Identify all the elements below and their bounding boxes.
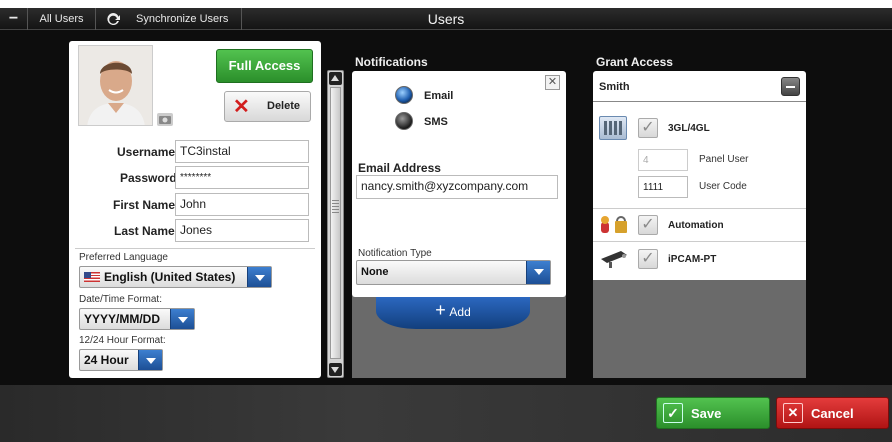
chevron-down-icon: [138, 350, 162, 370]
close-icon: ✕: [783, 403, 803, 423]
date-format-label: Date/Time Format:: [79, 294, 162, 305]
divider: [593, 208, 806, 209]
notifications-header: Notifications: [355, 55, 428, 69]
scrollbar[interactable]: [327, 70, 344, 378]
save-button[interactable]: ✓ Save: [656, 397, 770, 429]
screen: − All Users Synchronize Users Users Full…: [0, 0, 892, 442]
delete-label: Delete: [267, 100, 301, 112]
grant-access-card: Smith ✓ 3GL/4GL 4 Panel User 1111 User C…: [593, 71, 806, 280]
first-name-field[interactable]: John: [175, 193, 309, 216]
user-code-label: User Code: [699, 181, 747, 192]
synchronize-users-button[interactable]: Synchronize Users: [96, 8, 242, 30]
chevron-up-icon: [331, 75, 339, 81]
checkmark-icon: ✓: [641, 250, 655, 267]
full-access-button[interactable]: Full Access: [216, 49, 313, 83]
all-users-button[interactable]: All Users: [28, 8, 96, 30]
sync-users-label: Synchronize Users: [136, 13, 229, 25]
notification-type-label: Notification Type: [358, 248, 432, 259]
last-name-field[interactable]: Jones: [175, 219, 309, 242]
3gl-4gl-checkbox[interactable]: ✓: [638, 118, 658, 138]
panel-device-icon: [599, 116, 627, 140]
chevron-down-icon: [331, 367, 339, 373]
notification-type-select[interactable]: None: [356, 260, 551, 285]
grant-access-header: Grant Access: [596, 55, 673, 69]
email-address-field[interactable]: nancy.smith@xyzcompany.com: [356, 175, 558, 199]
camera-icon: [159, 116, 171, 124]
chevron-down-icon: [170, 309, 194, 329]
checkmark-icon: ✓: [663, 403, 683, 423]
username-field[interactable]: TC3instal: [175, 140, 309, 163]
save-label: Save: [691, 406, 722, 421]
camera-device-icon: [599, 247, 631, 269]
sms-option-label: SMS: [424, 116, 448, 128]
checkmark-icon: ✓: [641, 119, 655, 136]
email-option-label: Email: [424, 90, 454, 102]
close-button[interactable]: ✕: [545, 75, 560, 90]
panel-user-label: Panel User: [699, 154, 749, 165]
3gl-4gl-label: 3GL/4GL: [668, 123, 710, 134]
divider: [593, 241, 806, 242]
plus-icon: +: [435, 300, 446, 320]
cancel-button[interactable]: ✕ Cancel: [776, 397, 889, 429]
user-details-card: Full Access ✕ Delete Username TC3instal …: [69, 41, 321, 378]
user-code-field[interactable]: 1111: [638, 176, 688, 198]
language-value: English (United States): [104, 270, 236, 284]
cancel-label: Cancel: [811, 406, 854, 421]
checkmark-icon: ✓: [641, 216, 655, 233]
automation-checkbox[interactable]: ✓: [638, 215, 658, 235]
email-radio[interactable]: [395, 86, 413, 104]
minus-icon: −: [8, 10, 19, 27]
grip-icon: [332, 200, 339, 214]
delete-button[interactable]: ✕ Delete: [224, 91, 311, 122]
hour-format-select[interactable]: 24 Hour: [79, 349, 163, 371]
ipcam-checkbox[interactable]: ✓: [638, 249, 658, 269]
language-select[interactable]: English (United States): [79, 266, 272, 288]
date-format-value: YYYY/MM/DD: [84, 312, 161, 326]
divider: [75, 248, 315, 249]
app-window: − All Users Synchronize Users Users Full…: [0, 8, 892, 442]
scroll-up-button[interactable]: [329, 72, 342, 85]
password-field[interactable]: ********: [175, 166, 309, 189]
grant-divider: [593, 101, 806, 102]
panel-user-field[interactable]: 4: [638, 149, 688, 171]
scroll-down-button[interactable]: [329, 363, 342, 376]
grant-user-name: Smith: [599, 81, 630, 93]
collapse-grant-button[interactable]: [781, 77, 800, 96]
notification-type-value: None: [361, 266, 389, 278]
user-avatar: [78, 45, 153, 126]
top-bar: − All Users Synchronize Users Users: [0, 8, 892, 30]
email-address-label: Email Address: [358, 161, 441, 175]
username-label: Username: [117, 145, 176, 159]
minus-icon: [786, 86, 795, 88]
chevron-down-icon: [526, 261, 550, 284]
us-flag-icon: [84, 272, 100, 282]
scroll-thumb[interactable]: [330, 87, 341, 359]
notification-card: ✕ Email SMS Email Address nancy.smith@xy…: [352, 71, 566, 297]
last-name-label: Last Name: [114, 224, 175, 238]
hour-format-label: 12/24 Hour Format:: [79, 335, 166, 346]
preferred-language-label: Preferred Language: [79, 252, 168, 263]
automation-icon: [599, 213, 631, 235]
x-icon: ✕: [233, 96, 250, 118]
grant-panel-bg: [593, 280, 806, 378]
sms-radio[interactable]: [395, 112, 413, 130]
close-icon: ✕: [547, 76, 558, 88]
automation-label: Automation: [668, 220, 724, 231]
first-name-label: First Name: [113, 198, 176, 212]
date-format-select[interactable]: YYYY/MM/DD: [79, 308, 195, 330]
password-label: Password: [120, 171, 177, 185]
change-photo-button[interactable]: [157, 113, 173, 126]
ipcam-label: iPCAM-PT: [668, 254, 717, 265]
collapse-button[interactable]: −: [0, 8, 28, 30]
add-notification-button[interactable]: + Add: [376, 295, 530, 329]
chevron-down-icon: [247, 267, 271, 287]
add-label: Add: [449, 305, 471, 319]
sync-icon: [107, 12, 120, 25]
hour-format-value: 24 Hour: [84, 353, 129, 367]
